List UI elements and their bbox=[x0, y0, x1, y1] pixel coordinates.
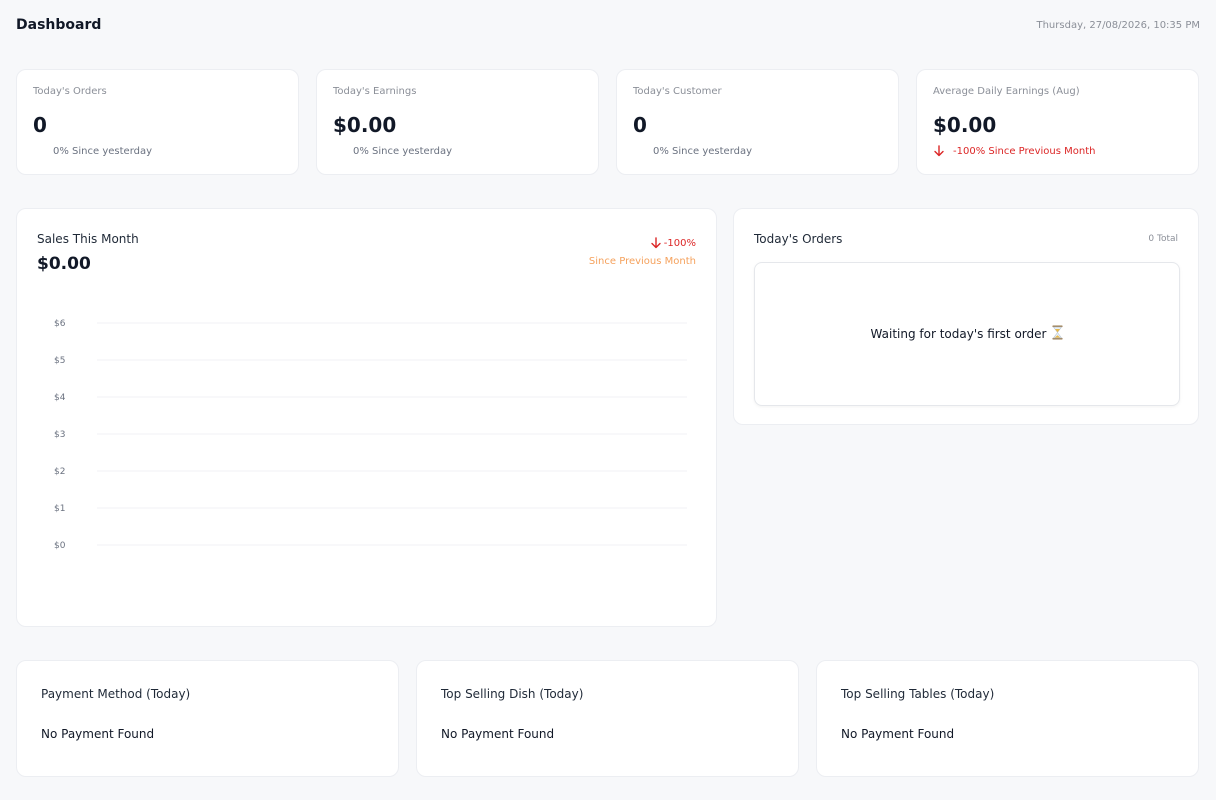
payment-method-title: Payment Method (Today) bbox=[41, 687, 191, 701]
top-selling-tables-title: Top Selling Tables (Today) bbox=[841, 687, 995, 701]
current-datetime: Thursday, 27/08/2026, 10:35 PM bbox=[1036, 20, 1200, 31]
trend-neutral-icon bbox=[333, 145, 347, 157]
chart-y-tick-label: $3 bbox=[54, 430, 65, 440]
stat-value: 0 bbox=[33, 113, 47, 137]
chart-y-tick-label: $4 bbox=[54, 393, 66, 403]
stat-card-todays-earnings: Today's Earnings $0.00 0% Since yesterda… bbox=[316, 69, 599, 175]
stat-card-todays-customer: Today's Customer 0 0% Since yesterday bbox=[616, 69, 899, 175]
arrow-down-icon bbox=[933, 145, 947, 157]
orders-empty-state: Waiting for today's first order bbox=[754, 262, 1180, 406]
trend-neutral-icon bbox=[33, 145, 47, 157]
orders-empty-message: Waiting for today's first order bbox=[870, 327, 1047, 341]
orders-total: 0 Total bbox=[1148, 234, 1178, 244]
stat-label: Today's Orders bbox=[33, 86, 107, 97]
stat-trend-text: 0% Since yesterday bbox=[653, 145, 753, 157]
stat-value: 0 bbox=[633, 113, 647, 137]
stat-trend-text: -100% Since Previous Month bbox=[953, 145, 1096, 157]
stat-trend-text: 0% Since yesterday bbox=[353, 145, 453, 157]
payment-method-card: Payment Method (Today) No Payment Found bbox=[16, 660, 399, 777]
payment-method-empty: No Payment Found bbox=[41, 727, 155, 741]
page-title: Dashboard bbox=[16, 17, 102, 33]
stat-label: Today's Earnings bbox=[333, 86, 417, 97]
top-selling-dish-title: Top Selling Dish (Today) bbox=[441, 687, 584, 701]
stat-card-todays-orders: Today's Orders 0 0% Since yesterday bbox=[16, 69, 299, 175]
chart-y-tick-label: $0 bbox=[54, 541, 66, 551]
orders-title: Today's Orders bbox=[754, 232, 843, 246]
stat-value: $0.00 bbox=[933, 113, 997, 137]
stat-trend: 0% Since yesterday bbox=[333, 145, 452, 157]
top-selling-dish-card: Top Selling Dish (Today) No Payment Foun… bbox=[416, 660, 799, 777]
sales-this-month-card: Sales This Month $0.00 -100% Since Previ… bbox=[16, 208, 717, 627]
top-selling-tables-empty: No Payment Found bbox=[841, 727, 955, 741]
stat-label: Today's Customer bbox=[633, 86, 722, 97]
sales-chart: $0 $1 $2 $3 $4 $5 $6 bbox=[54, 319, 687, 551]
chart-y-tick-label: $6 bbox=[54, 319, 66, 329]
hourglass-icon bbox=[1052, 325, 1063, 343]
top-selling-dish-empty: No Payment Found bbox=[441, 727, 555, 741]
stat-card-average-daily-earnings: Average Daily Earnings (Aug) $0.00 -100%… bbox=[916, 69, 1199, 175]
stat-trend: -100% Since Previous Month bbox=[933, 145, 1095, 157]
stat-trend: 0% Since yesterday bbox=[33, 145, 152, 157]
stat-label: Average Daily Earnings (Aug) bbox=[933, 86, 1080, 97]
stat-value: $0.00 bbox=[333, 113, 397, 137]
trend-neutral-icon bbox=[633, 145, 647, 157]
chart-y-tick-label: $5 bbox=[54, 356, 65, 366]
chart-y-tick-label: $1 bbox=[54, 504, 65, 514]
todays-orders-card: Today's Orders 0 Total Waiting for today… bbox=[733, 208, 1199, 425]
stat-trend: 0% Since yesterday bbox=[633, 145, 752, 157]
top-selling-tables-card: Top Selling Tables (Today) No Payment Fo… bbox=[816, 660, 1199, 777]
stat-trend-text: 0% Since yesterday bbox=[53, 145, 153, 157]
chart-y-tick-label: $2 bbox=[54, 467, 65, 477]
